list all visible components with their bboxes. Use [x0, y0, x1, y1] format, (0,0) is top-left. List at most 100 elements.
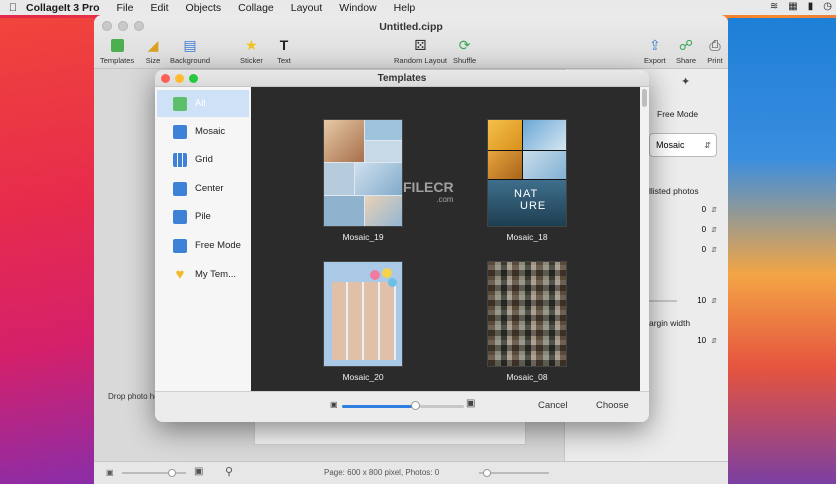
menu-objects[interactable]: Objects	[186, 2, 222, 14]
toolbar-text-button[interactable]: T Text	[275, 36, 293, 65]
toolbar-shuffle-button[interactable]: ⟳ Shuffle	[453, 36, 476, 66]
category-pile[interactable]: Pile	[157, 203, 249, 230]
small-image-icon: ▣	[106, 468, 114, 477]
clock-icon[interactable]: ◷	[823, 1, 832, 12]
magnifier-icon[interactable]: ⚲	[225, 465, 233, 478]
dialog-titlebar: Templates	[155, 70, 649, 87]
choose-button[interactable]: Choose	[596, 400, 629, 411]
zoom-knob[interactable]	[168, 469, 176, 477]
scrollbar-thumb[interactable]	[642, 89, 647, 107]
desktop-wallpaper-right	[728, 18, 836, 484]
status-bar: ▣ ▣ ⚲ Page: 600 x 800 pixel, Photos: 0	[94, 461, 728, 484]
stepper-arrows-icon[interactable]: ⇵	[711, 226, 717, 234]
window-title: Untitled.cipp	[379, 21, 443, 33]
menu-file[interactable]: File	[117, 2, 134, 14]
stepper-2[interactable]: 0 ⇵	[687, 223, 717, 236]
photo-zoom-slider[interactable]	[479, 469, 549, 477]
mosaic-icon	[173, 124, 187, 139]
template-thumbnail: NAT URE	[487, 119, 567, 227]
menu-bar:  CollageIt 3 Pro File Edit Objects Coll…	[0, 0, 836, 15]
toolbar-random-layout-button[interactable]: ⚄ Random Layout	[394, 36, 447, 66]
collage-page[interactable]	[254, 419, 526, 445]
menu-help[interactable]: Help	[394, 2, 416, 14]
margin-stepper[interactable]: 10 ⇵	[687, 334, 717, 347]
watermark: FILECR .com	[403, 179, 454, 204]
category-center[interactable]: Center	[157, 175, 249, 202]
grid-icon	[173, 152, 187, 167]
printer-icon: ⎙	[709, 36, 721, 53]
layout-mode-label: Free Mode	[657, 109, 699, 119]
template-scrollbar[interactable]	[640, 87, 649, 391]
share-icon: ☍	[678, 36, 694, 53]
shuffle-icon: ⟳	[458, 36, 471, 53]
battery-icon[interactable]: ▮	[808, 1, 814, 12]
dialog-title: Templates	[377, 73, 427, 84]
control-center-icon[interactable]: ▦	[788, 1, 797, 12]
template-thumbnail	[323, 119, 403, 227]
menu-window[interactable]: Window	[339, 2, 376, 14]
cancel-button[interactable]: Cancel	[538, 400, 568, 411]
slider-knob[interactable]	[411, 401, 421, 410]
category-mosaic[interactable]: Mosaic	[157, 118, 249, 145]
all-templates-icon	[173, 96, 187, 111]
stepper-1[interactable]: 0 ⇵	[687, 203, 717, 216]
photo-zoom-knob[interactable]	[483, 469, 491, 477]
layout-style-select[interactable]: Mosaic ⇵	[649, 133, 717, 157]
templates-dialog: Templates All Mosaic Grid Center Pile Fr…	[155, 70, 649, 422]
template-mosaic-18[interactable]: NAT URE Mosaic_18	[487, 119, 567, 242]
export-icon: ⇪	[648, 36, 661, 53]
template-mosaic-20[interactable]: Mosaic_20	[323, 261, 403, 382]
nature-caption: NAT URE	[514, 188, 547, 212]
free-mode-icon	[173, 238, 187, 253]
menu-edit[interactable]: Edit	[150, 2, 168, 14]
margin-width-label: argin width	[649, 318, 691, 328]
template-categories: All Mosaic Grid Center Pile Free Mode ♥ …	[155, 87, 251, 391]
text-icon: T	[279, 37, 289, 53]
page-status: Page: 600 x 800 pixel, Photos: 0	[324, 468, 440, 477]
spacing-slider[interactable]	[649, 300, 677, 302]
toolbar-templates-button[interactable]: Templates	[100, 36, 134, 65]
pile-icon	[173, 209, 187, 224]
wifi-icon[interactable]: ≋	[770, 1, 778, 12]
small-thumbnail-icon: ▣	[330, 400, 338, 409]
page-zoom-slider[interactable]	[122, 469, 186, 477]
template-mosaic-08[interactable]: Mosaic_08	[487, 261, 567, 382]
stepper-3[interactable]: 0 ⇵	[687, 243, 717, 256]
template-grid: Mosaic_19 NAT URE Mosaic_18 Mosaic_20 Mo…	[251, 87, 640, 391]
toolbar-size-button[interactable]: ◢ Size	[144, 36, 162, 66]
toolbar-export-button[interactable]: ⇪ Export	[644, 36, 666, 66]
stepper-arrows-icon[interactable]: ⇵	[711, 297, 717, 305]
toolbar-share-button[interactable]: ☍ Share	[676, 36, 696, 66]
stepper-arrows-icon[interactable]: ⇵	[711, 246, 717, 254]
large-thumbnail-icon: ▣	[466, 398, 476, 409]
spacing-stepper[interactable]: 10 ⇵	[687, 294, 717, 307]
magic-wand-icon[interactable]: ✦	[681, 75, 690, 88]
stepper-arrows-icon[interactable]: ⇵	[711, 337, 717, 345]
template-mosaic-19[interactable]: Mosaic_19	[323, 119, 403, 242]
toolbar-background-button[interactable]: ▤ Background	[170, 36, 210, 66]
category-free-mode[interactable]: Free Mode	[157, 232, 249, 259]
stepper-arrows-icon[interactable]: ⇵	[711, 206, 717, 214]
template-thumbnail	[487, 261, 567, 367]
category-grid[interactable]: Grid	[157, 146, 249, 173]
menu-collage[interactable]: Collage	[238, 2, 274, 14]
toolbar-sticker-button[interactable]: ★ Sticker	[240, 36, 263, 66]
category-my-templates[interactable]: ♥ My Tem...	[157, 261, 249, 288]
paint-roller-icon: ▤	[183, 36, 197, 53]
thumbnail-size-slider[interactable]	[342, 401, 464, 410]
chevron-updown-icon: ⇵	[704, 140, 711, 150]
template-name: Mosaic_19	[342, 232, 384, 242]
ruler-icon: ◢	[147, 36, 159, 53]
dialog-footer: ▣ ▣ Cancel Choose	[155, 391, 649, 422]
template-name: Mosaic_20	[342, 372, 384, 382]
window-titlebar: Untitled.cipp Templates ◢ Size ▤ Backgro…	[94, 15, 728, 69]
star-icon: ★	[245, 36, 258, 53]
app-menu[interactable]: CollageIt 3 Pro	[26, 2, 100, 14]
apple-menu-icon[interactable]: 	[0, 2, 26, 14]
templates-icon	[108, 36, 126, 54]
toolbar-print-button[interactable]: ⎙ Print	[706, 36, 724, 66]
template-thumbnail	[323, 261, 403, 367]
category-all[interactable]: All	[157, 90, 249, 117]
listed-photos-label: llisted photos	[649, 186, 699, 196]
menu-layout[interactable]: Layout	[291, 2, 323, 14]
